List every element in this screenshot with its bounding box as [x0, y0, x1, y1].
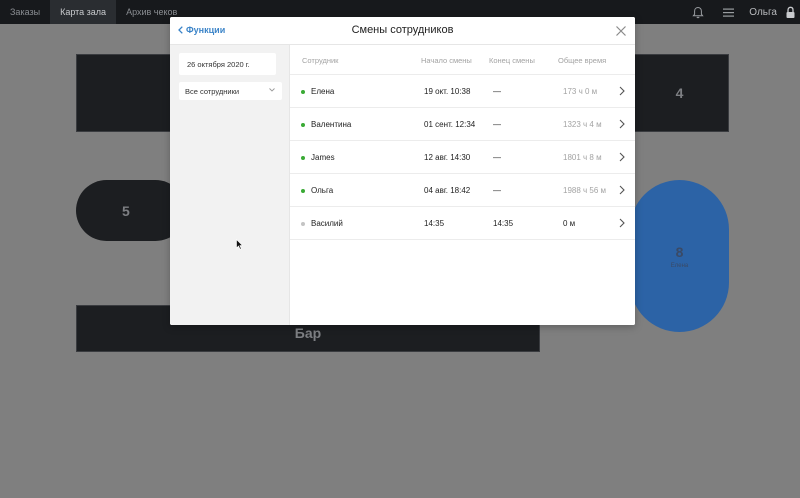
chevron-right-icon: [619, 119, 625, 129]
employee-cell: Валентина: [301, 108, 351, 141]
end-cell: 14:35: [493, 219, 514, 228]
chevron-right-icon: [619, 218, 625, 228]
close-icon[interactable]: [615, 25, 627, 37]
status-dot: [301, 89, 305, 94]
table-label: 8: [675, 243, 684, 260]
tab-label: Карта зала: [60, 7, 107, 17]
table-header: Сотрудник Начало смены Конец смены Общее…: [290, 45, 635, 75]
tab-hall-map[interactable]: Карта зала: [50, 0, 117, 24]
date-value: 26 октября 2020 г.: [187, 59, 250, 69]
table-row[interactable]: James 12 авг. 14:30 — 1801 ч 8 м: [290, 141, 635, 174]
tab-orders[interactable]: Заказы: [0, 0, 50, 24]
total-cell: 1988 ч 56 м: [563, 186, 607, 195]
end-cell: —: [493, 87, 501, 96]
employee-cell: Василий: [301, 207, 343, 240]
employee-name: Елена: [311, 87, 335, 96]
col-shift-start: Начало смены: [421, 55, 472, 65]
start-cell: 14:35: [424, 219, 445, 228]
shifts-modal: Функции Смены сотрудников 26 октября 202…: [170, 17, 635, 325]
total-cell: 173 ч 0 м: [563, 87, 598, 96]
total-cell: 0 м: [563, 219, 576, 228]
table-4-left-part[interactable]: [76, 54, 176, 132]
employee-select-value: Все сотрудники: [185, 86, 240, 96]
status-dot: [301, 155, 305, 160]
chevron-right-icon: [619, 86, 625, 96]
start-cell: 01 сент. 12:34: [424, 120, 476, 129]
table-label: 4: [675, 85, 684, 101]
end-cell: —: [493, 186, 501, 195]
mouse-cursor-icon: [236, 239, 243, 250]
table-row[interactable]: Валентина 01 сент. 12:34 — 1323 ч 4 м: [290, 108, 635, 141]
status-dot: [301, 122, 305, 127]
col-shift-end: Конец смены: [489, 55, 535, 65]
bell-icon[interactable]: [683, 0, 713, 24]
filters-panel: 26 октября 2020 г. Все сотрудники: [170, 45, 290, 325]
tab-label: Архив чеков: [126, 7, 178, 17]
table-label: Бар: [294, 324, 322, 341]
employee-name: Ольга: [311, 186, 334, 195]
table-4[interactable]: 4: [630, 54, 729, 132]
col-total-time: Общее время: [558, 55, 607, 65]
table-row[interactable]: Елена 19 окт. 10:38 — 173 ч 0 м: [290, 75, 635, 108]
shifts-table: Сотрудник Начало смены Конец смены Общее…: [290, 45, 635, 325]
table-label: 5: [122, 202, 130, 219]
total-cell: 1323 ч 4 м: [563, 120, 602, 129]
chevron-down-icon: [269, 88, 275, 92]
status-dot: [301, 188, 305, 193]
total-cell: 1801 ч 8 м: [563, 153, 602, 162]
modal-header: Функции Смены сотрудников: [170, 17, 635, 45]
table-row[interactable]: Василий 14:35 14:35 0 м: [290, 207, 635, 240]
employee-name: Василий: [311, 219, 343, 228]
table-waiter: Елена: [670, 262, 689, 269]
employee-cell: Ольга: [301, 174, 333, 207]
modal-title: Смены сотрудников: [351, 24, 454, 36]
lock-icon[interactable]: [780, 0, 800, 24]
date-picker[interactable]: 26 октября 2020 г.: [179, 53, 276, 75]
chevron-right-icon: [619, 185, 625, 195]
start-cell: 19 окт. 10:38: [424, 87, 471, 96]
menu-icon[interactable]: [713, 0, 743, 24]
start-cell: 12 авг. 14:30: [424, 153, 471, 162]
employee-cell: James: [301, 141, 335, 174]
end-cell: —: [493, 153, 501, 162]
status-dot: [301, 221, 305, 226]
employee-name: James: [311, 153, 335, 162]
table-row[interactable]: Ольга 04 авг. 18:42 — 1988 ч 56 м: [290, 174, 635, 207]
tab-label: Заказы: [10, 7, 41, 17]
employee-name: Валентина: [311, 120, 352, 129]
chevron-right-icon: [619, 152, 625, 162]
employee-select[interactable]: Все сотрудники: [179, 82, 282, 100]
start-cell: 04 авг. 18:42: [424, 186, 471, 195]
user-name[interactable]: Ольга: [749, 7, 777, 18]
col-employee: Сотрудник: [302, 55, 339, 65]
end-cell: —: [493, 120, 501, 129]
topbar-right: Ольга: [683, 0, 800, 24]
employee-cell: Елена: [301, 75, 334, 108]
table-8[interactable]: 8 Елена: [630, 180, 729, 332]
